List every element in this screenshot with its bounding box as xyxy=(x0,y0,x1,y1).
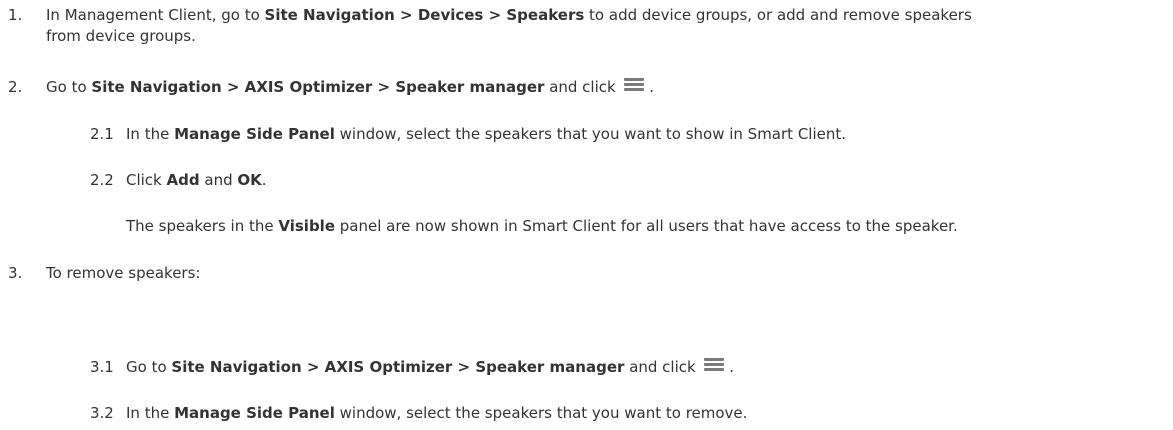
ui-label: Add xyxy=(166,171,200,189)
text: and xyxy=(199,171,238,189)
text: Click xyxy=(126,171,167,189)
text: and click xyxy=(624,358,696,376)
text: Go to xyxy=(46,78,92,96)
text: . xyxy=(649,78,655,96)
ui-path: Site Navigation > AXIS Optimizer > Speak… xyxy=(171,358,625,376)
step-text-continued: from device groups. xyxy=(46,27,196,45)
text: The speakers in the xyxy=(126,217,279,235)
text: window, select the speakers that you wan… xyxy=(334,125,847,143)
text: . xyxy=(729,358,735,376)
step-text: To remove speakers: xyxy=(46,264,201,282)
step-text: Go to Site Navigation > AXIS Optimizer >… xyxy=(46,77,654,98)
substep-text: Go to Site Navigation > AXIS Optimizer >… xyxy=(126,357,734,378)
step-text: In Management Client, go to Site Navigat… xyxy=(46,5,972,26)
ui-label: Visible xyxy=(278,217,335,235)
list-icon xyxy=(624,77,645,93)
substep-number: 3.2 xyxy=(90,404,114,422)
text: and click xyxy=(544,78,616,96)
substep-text: Click Add and OK. xyxy=(126,170,267,191)
text: In the xyxy=(126,125,175,143)
substep-text: In the Manage Side Panel window, select … xyxy=(126,124,846,145)
result-text: The speakers in the Visible panel are no… xyxy=(126,216,958,237)
step-number: 1. xyxy=(8,6,23,24)
ui-path: Site Navigation > Devices > Speakers xyxy=(264,6,585,24)
substep-number: 3.1 xyxy=(90,358,114,376)
step-number: 3. xyxy=(8,264,23,282)
document: 1. In Management Client, go to Site Navi… xyxy=(0,0,1173,430)
text: In the xyxy=(126,404,175,422)
ui-label: OK xyxy=(237,171,262,189)
ui-path: Site Navigation > AXIS Optimizer > Speak… xyxy=(91,78,545,96)
list-icon xyxy=(704,357,725,373)
text: In Management Client, go to xyxy=(46,6,265,24)
substep-number: 2.2 xyxy=(90,171,114,189)
step-number: 2. xyxy=(8,78,23,96)
text: Go to xyxy=(126,358,172,376)
text: window, select the speakers that you wan… xyxy=(334,404,748,422)
ui-label: Manage Side Panel xyxy=(174,125,335,143)
text: panel are now shown in Smart Client for … xyxy=(335,217,958,235)
text: to add device groups, or add and remove … xyxy=(584,6,972,24)
substep-text: In the Manage Side Panel window, select … xyxy=(126,403,747,424)
substep-number: 2.1 xyxy=(90,125,114,143)
text: . xyxy=(261,171,267,189)
ui-label: Manage Side Panel xyxy=(174,404,335,422)
